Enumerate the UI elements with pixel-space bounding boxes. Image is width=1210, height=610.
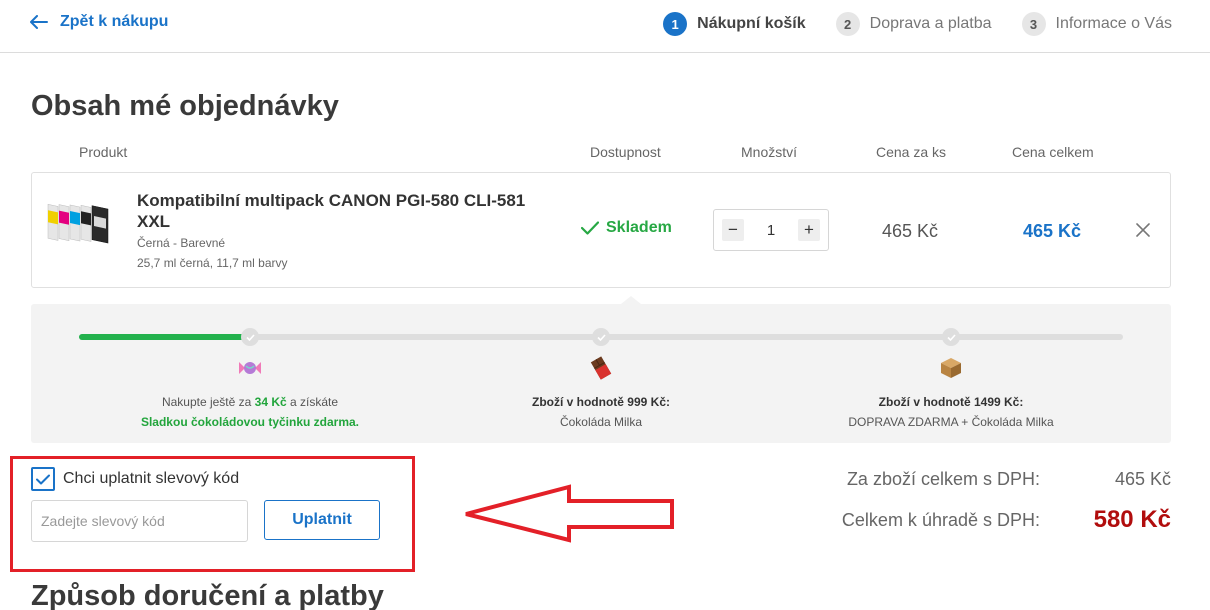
chocolate-icon: [590, 356, 612, 380]
checkmark-icon: [36, 474, 50, 484]
annotation-arrow-icon: [465, 484, 674, 543]
product-description: 25,7 ml černá, 11,7 ml barvy: [137, 256, 288, 270]
panel-caret: [621, 296, 641, 304]
milestone-candy: Nakupte ještě za 34 Kč a získáte Sladkou…: [120, 354, 380, 430]
quantity-value[interactable]: 1: [767, 222, 775, 239]
goods-total-value: 465 Kč: [1114, 469, 1171, 489]
quantity-stepper: − 1 +: [713, 209, 829, 251]
product-image[interactable]: [42, 197, 118, 261]
checkout-steps: 1 Nákupní košík 2 Doprava a platba 3 Inf…: [633, 12, 1172, 36]
step-customer-info[interactable]: 3 Informace o Vás: [1021, 12, 1173, 36]
step-number: 2: [835, 12, 860, 36]
step-label: Doprava a platba: [869, 15, 992, 32]
quantity-increase-button[interactable]: +: [798, 219, 820, 241]
step-label: Informace o Vás: [1055, 15, 1173, 32]
check-icon: [581, 221, 599, 235]
milestone-chocolate: Zboží v hodnotě 999 Kč: Čokoláda Milka: [471, 354, 731, 430]
unit-price: 465 Kč: [882, 221, 939, 241]
step-label: Nákupní košík: [697, 15, 806, 32]
free-gift-progress-panel: Nakupte ještě za 34 Kč a získáte Sladkou…: [31, 296, 1171, 443]
milestone-marker: [942, 328, 960, 346]
step-number: 1: [663, 12, 688, 36]
item-total-price: 465 Kč: [1023, 221, 1082, 241]
cart-item-row: Kompatibilní multipack CANON PGI-580 CLI…: [31, 172, 1171, 288]
milestone-threshold: Zboží v hodnotě 999 Kč:: [531, 395, 670, 409]
checkout-header: Zpět k nákupu 1 Nákupní košík 2 Doprava …: [0, 0, 1210, 53]
availability-status: Skladem: [581, 219, 672, 237]
candy-icon: [239, 362, 261, 374]
order-total-label: Celkem k úhradě s DPH:: [841, 510, 1040, 530]
step-shipping-payment[interactable]: 2 Doprava a platba: [835, 12, 992, 36]
availability-label: Skladem: [606, 219, 672, 236]
milestone-text: Nakupte ještě za 34 Kč a získáte: [120, 394, 380, 410]
discount-checkbox-label: Chci uplatnit slevový kód: [63, 470, 240, 487]
column-total-price: Cena celkem: [1012, 144, 1094, 160]
step-number: 3: [1021, 12, 1046, 36]
apply-discount-button[interactable]: Uplatnit: [264, 500, 380, 540]
check-icon: [245, 333, 255, 341]
section-title-shipping-payment: Způsob doručení a platby: [31, 580, 384, 610]
remaining-amount: 34 Kč: [254, 395, 287, 409]
discount-checkbox[interactable]: [31, 467, 55, 491]
column-availability: Dostupnost: [590, 144, 661, 160]
milestone-prefix: Nakupte ještě za: [161, 395, 255, 409]
page-title: Obsah mé objednávky: [31, 90, 339, 122]
arrow-left-icon: [30, 15, 48, 29]
check-icon: [596, 333, 606, 341]
back-to-shop-link[interactable]: Zpět k nákupu: [30, 13, 168, 31]
order-total-value: 580 Kč: [1093, 506, 1171, 533]
progress-fill: [79, 334, 252, 340]
quantity-decrease-button[interactable]: −: [722, 219, 744, 241]
product-name-link[interactable]: Kompatibilní multipack CANON PGI-580 CLI…: [137, 190, 547, 232]
step-cart[interactable]: 1 Nákupní košík: [663, 12, 806, 36]
discount-checkbox-row[interactable]: Chci uplatnit slevový kód: [31, 467, 239, 491]
milestone-reward: Sladkou čokoládovou tyčinku zdarma.: [140, 415, 360, 429]
back-label: Zpět k nákupu: [60, 13, 169, 30]
remove-item-icon[interactable]: [1136, 223, 1150, 237]
milestone-reward: Čokoláda Milka: [559, 415, 643, 429]
check-icon: [946, 333, 956, 341]
column-unit-price: Cena za ks: [876, 144, 947, 160]
column-quantity: Množství: [741, 144, 798, 160]
milestone-package: Zboží v hodnotě 1499 Kč: DOPRAVA ZDARMA …: [821, 354, 1081, 430]
goods-total-label: Za zboží celkem s DPH:: [846, 469, 1040, 489]
column-product: Produkt: [79, 144, 128, 160]
product-variant: Černá - Barevné: [137, 236, 226, 250]
milestone-marker: [592, 328, 610, 346]
discount-code-input[interactable]: [31, 500, 248, 542]
milestone-marker: [241, 328, 259, 346]
package-icon: [941, 358, 961, 378]
milestone-reward: DOPRAVA ZDARMA + Čokoláda Milka: [848, 415, 1054, 429]
milestone-threshold: Zboží v hodnotě 1499 Kč:: [878, 395, 1024, 409]
milestone-suffix: a získáte: [286, 395, 339, 409]
